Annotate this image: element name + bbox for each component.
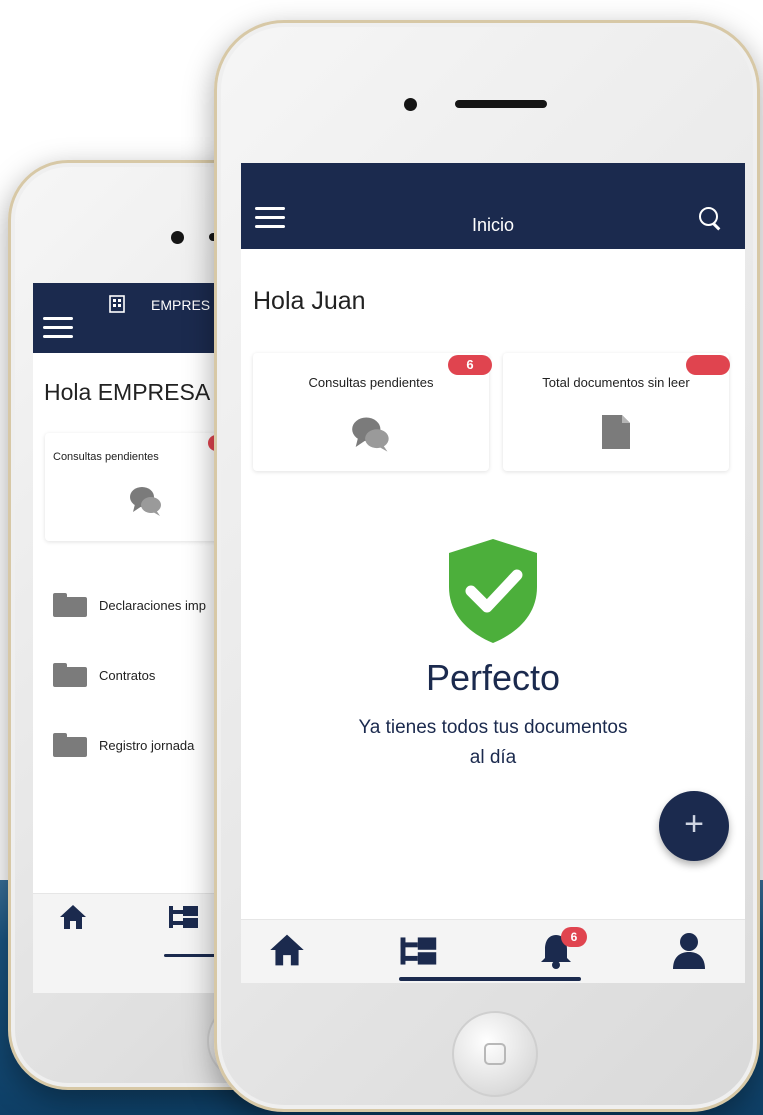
folder-icon <box>53 593 87 617</box>
folder-label: Contratos <box>99 667 156 683</box>
front-phone-frame: Inicio Hola Juan Consultas pendientes 6 … <box>214 20 760 1112</box>
notification-badge <box>686 355 730 375</box>
chat-bubbles-icon <box>130 487 161 516</box>
folder-item[interactable]: Contratos <box>53 663 155 687</box>
front-phone-screen: Inicio Hola Juan Consultas pendientes 6 … <box>241 163 745 983</box>
appbar-title: Inicio <box>471 215 515 235</box>
notification-badge: 6 <box>561 927 587 947</box>
card-label: Total documentos sin leer <box>542 375 690 390</box>
status-message-line: Ya tienes todos tus documentos <box>358 717 628 738</box>
folder-item[interactable]: Registro jornada <box>53 733 194 757</box>
active-tab-indicator <box>399 977 581 981</box>
greeting: Hola Juan <box>253 287 366 315</box>
home-icon[interactable] <box>269 933 305 967</box>
status-title: Perfecto <box>425 657 561 698</box>
camera-dot <box>404 98 417 111</box>
folder-label: Declaraciones imp <box>99 597 206 613</box>
camera-dot <box>171 231 184 244</box>
status-message-line: al día <box>469 747 517 768</box>
chat-bubbles-icon <box>352 417 389 452</box>
folder-label: Registro jornada <box>99 737 195 753</box>
shield-check-icon <box>449 539 537 643</box>
tab-bar: 6 <box>241 919 745 983</box>
notification-badge: 6 <box>448 355 492 375</box>
building-icon <box>109 295 125 313</box>
add-button[interactable]: + <box>659 791 729 861</box>
folder-icon <box>53 733 87 757</box>
search-icon[interactable] <box>699 207 723 231</box>
user-icon[interactable] <box>671 932 707 970</box>
appbar: Inicio <box>241 163 745 249</box>
appbar-title: EMPRES <box>151 297 211 313</box>
home-button[interactable] <box>452 1011 538 1097</box>
speaker-bar <box>455 100 547 108</box>
home-icon[interactable] <box>59 904 87 930</box>
tree-structure-icon[interactable] <box>399 935 439 967</box>
tree-structure-icon[interactable] <box>168 904 200 930</box>
folder-icon <box>53 663 87 687</box>
folder-item[interactable]: Declaraciones imp <box>53 593 206 617</box>
status-message: Ya tienes todos tus documentos al día <box>241 713 745 773</box>
hamburger-menu-icon[interactable] <box>43 317 73 339</box>
document-icon <box>602 415 630 449</box>
greeting: Hola EMPRESA <box>44 379 211 405</box>
card-label: Consultas pendientes <box>308 375 434 390</box>
